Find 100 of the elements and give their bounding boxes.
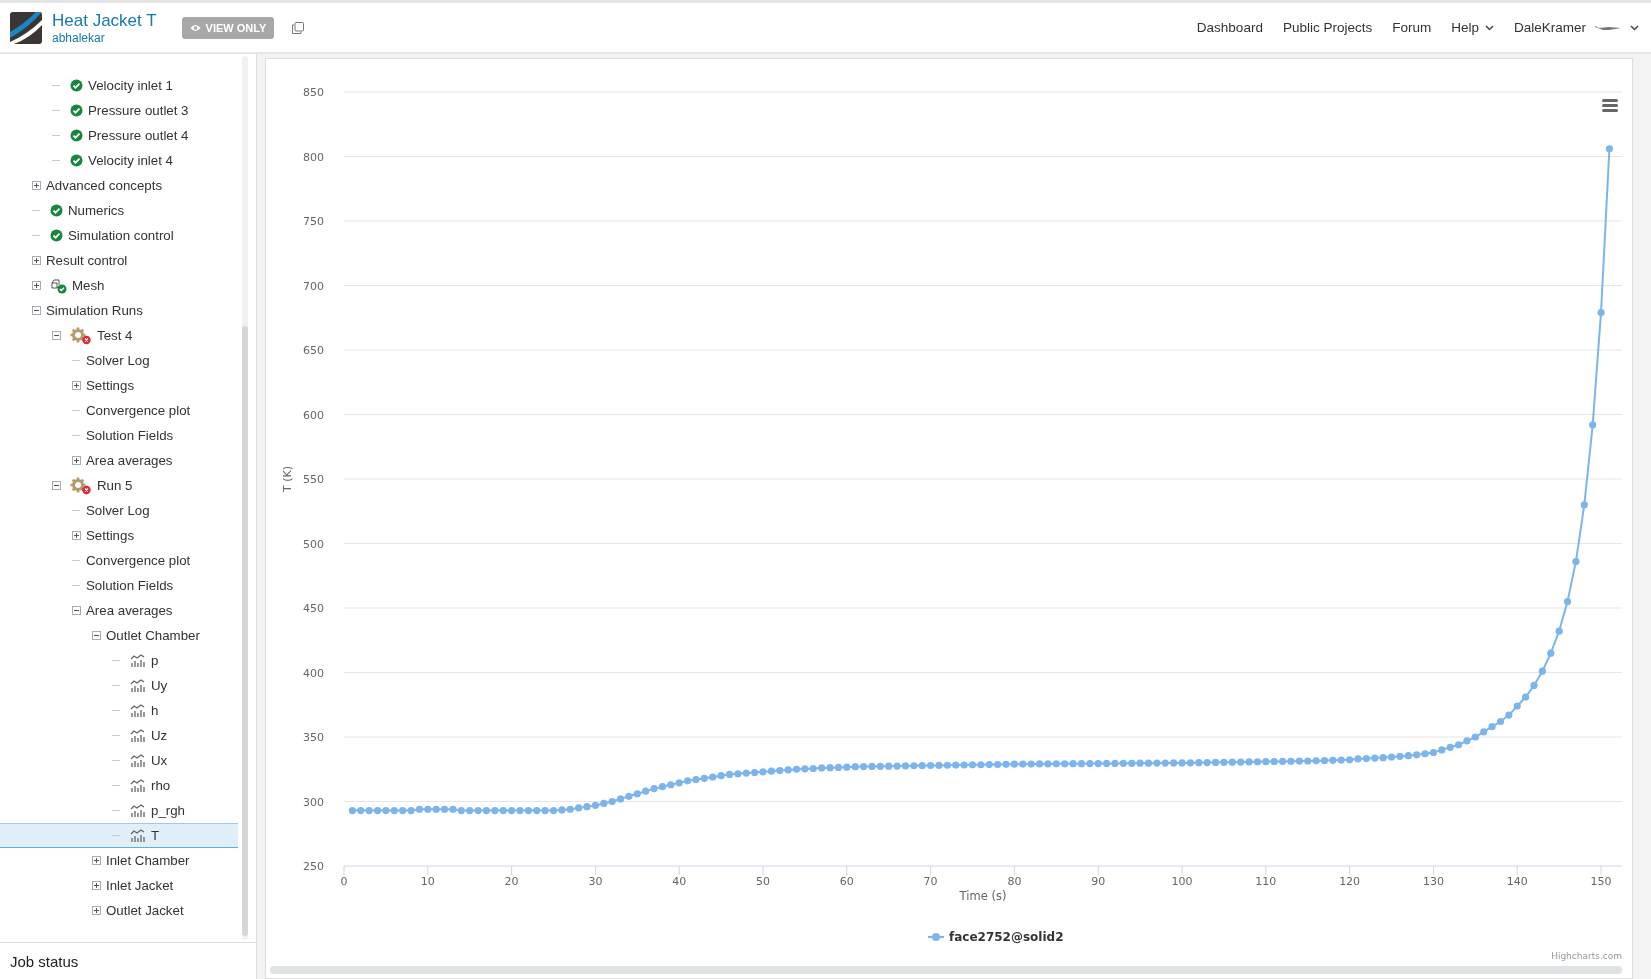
y-tick-label: 500 <box>303 537 324 551</box>
tree-item[interactable]: Area averages <box>0 598 238 623</box>
x-tick-label: 50 <box>756 875 770 888</box>
user-name[interactable]: DaleKramer <box>1513 20 1586 35</box>
nav-link[interactable]: Forum <box>1392 20 1432 35</box>
expand-toggle[interactable] <box>31 256 41 265</box>
tree-item[interactable]: Solver Log <box>0 348 238 373</box>
logo-icon[interactable] <box>10 11 42 44</box>
x-tick-label: 150 <box>1590 875 1612 888</box>
data-point <box>834 763 843 772</box>
data-point <box>1530 681 1538 689</box>
data-point <box>1580 501 1588 509</box>
tree-item[interactable]: Solver Log <box>0 498 238 523</box>
expand-toggle[interactable] <box>91 856 101 865</box>
tree-item[interactable]: Mesh <box>0 273 238 298</box>
caret-icon <box>1484 24 1494 31</box>
menu-icon[interactable] <box>1602 99 1618 112</box>
data-point <box>1555 627 1563 635</box>
nav-link[interactable]: Public Projects <box>1282 20 1373 35</box>
tree-item[interactable]: Run 5 <box>0 473 238 498</box>
copy-icon[interactable] <box>292 21 305 34</box>
tree-item[interactable]: Result control <box>0 248 238 273</box>
legend-label: face2752@solid2 <box>949 930 1064 944</box>
tree-item[interactable]: Simulation control <box>0 223 238 248</box>
owner-name[interactable]: abhalekar <box>52 30 157 45</box>
collapse-toggle[interactable] <box>71 606 81 615</box>
y-tick-label: 300 <box>303 795 324 809</box>
tree-item[interactable]: Pressure outlet 3 <box>0 98 238 123</box>
nav-link[interactable]: Dashboard <box>1196 20 1263 35</box>
y-tick-label: 350 <box>303 731 324 744</box>
tree-item[interactable]: Convergence plot <box>0 398 238 423</box>
bar-line-chart-icon <box>130 653 146 668</box>
tree-item[interactable]: Convergence plot <box>0 548 238 573</box>
expand-toggle[interactable] <box>71 381 81 390</box>
gear-error-icon <box>70 476 92 495</box>
tree-item[interactable]: Ux <box>0 748 238 773</box>
x-tick-label: 100 <box>1171 875 1193 888</box>
check-circle-icon <box>70 154 83 167</box>
help-menu[interactable]: Help <box>1451 20 1494 35</box>
x-tick-label: 0 <box>340 875 348 888</box>
tree-item[interactable]: Solution Fields <box>0 423 238 448</box>
tree-item[interactable]: Advanced concepts <box>0 173 238 198</box>
expand-toggle[interactable] <box>31 281 41 290</box>
x-tick-label: 30 <box>588 875 603 888</box>
x-tick-label: 70 <box>923 875 938 888</box>
y-tick-label: 400 <box>303 666 324 680</box>
tree-item[interactable]: T <box>0 823 238 848</box>
tree-item[interactable]: Inlet Chamber <box>0 848 238 873</box>
tree-item[interactable]: Settings <box>0 373 238 398</box>
tree-item[interactable]: Outlet Jacket <box>0 898 238 923</box>
collapse-toggle[interactable] <box>31 306 41 315</box>
tree-item[interactable]: Test 4 <box>0 323 238 348</box>
tree-item[interactable]: Settings <box>0 523 238 548</box>
legend-item[interactable]: face2752@solid2 <box>927 930 1064 944</box>
job-status-title[interactable]: Job status <box>10 952 79 970</box>
tree-item[interactable]: Area averages <box>0 448 238 473</box>
tree-item[interactable]: p_rgh <box>0 798 238 823</box>
bar-line-chart-icon <box>130 728 146 743</box>
collapse-toggle[interactable] <box>51 331 61 340</box>
tree-item[interactable]: rho <box>0 773 238 798</box>
caret-icon[interactable] <box>1630 24 1639 31</box>
horizontal-scrollbar[interactable] <box>270 966 1622 974</box>
expand-toggle[interactable] <box>31 181 41 190</box>
y-tick-label: 800 <box>303 150 324 164</box>
tree-item[interactable]: p <box>0 648 238 673</box>
scrollbar[interactable] <box>242 56 248 940</box>
tree-item[interactable]: Solution Fields <box>0 573 238 598</box>
x-tick-label: 130 <box>1422 875 1444 888</box>
y-tick-label: 650 <box>303 344 324 357</box>
bar-line-chart-icon <box>130 703 146 718</box>
expand-toggle[interactable] <box>91 881 101 890</box>
tree-item[interactable]: Uz <box>0 723 238 748</box>
tree-item[interactable]: Pressure outlet 4 <box>0 123 238 148</box>
collapse-toggle[interactable] <box>51 481 61 490</box>
tree-item[interactable]: Numerics <box>0 198 238 223</box>
expand-toggle[interactable] <box>91 906 101 915</box>
tree-item[interactable]: Uy <box>0 673 238 698</box>
data-point <box>1547 649 1555 657</box>
data-point <box>1605 145 1614 153</box>
tree-item[interactable]: Outlet Chamber <box>0 623 238 648</box>
x-tick-label: 120 <box>1339 875 1361 888</box>
expand-toggle[interactable] <box>71 531 81 540</box>
bar-line-chart-icon <box>130 678 146 693</box>
expand-toggle[interactable] <box>71 456 81 465</box>
tree-item[interactable]: Velocity inlet 4 <box>0 148 238 173</box>
collapse-toggle[interactable] <box>91 631 101 640</box>
data-point <box>482 806 491 815</box>
x-tick-label: 60 <box>839 875 854 888</box>
y-tick-label: 550 <box>303 473 324 486</box>
x-tick-label: 80 <box>1007 875 1022 888</box>
project-title: Heat Jacket T <box>52 10 157 31</box>
y-tick-label: 700 <box>303 279 324 293</box>
tree-item[interactable]: Simulation Runs <box>0 298 238 323</box>
check-circle-icon <box>50 204 63 217</box>
tree-item[interactable]: Inlet Jacket <box>0 873 238 898</box>
data-point <box>1429 748 1438 757</box>
tree-item[interactable]: Velocity inlet 1 <box>0 73 238 98</box>
tree-item[interactable]: h <box>0 698 238 723</box>
x-tick-label: 140 <box>1506 875 1528 888</box>
check-circle-icon <box>70 104 83 117</box>
